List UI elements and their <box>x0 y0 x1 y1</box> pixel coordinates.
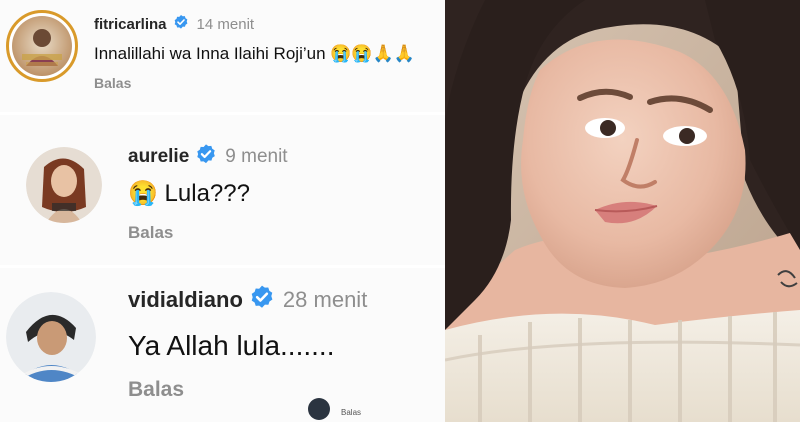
reply-button[interactable]: Balas <box>341 408 361 417</box>
comment-item: vidialdiano 28 menit Ya Allah lula......… <box>0 268 445 422</box>
comment-timestamp: 9 menit <box>225 146 288 167</box>
comment-thread-panel: fitricarlina 14 menit Innalillahi wa Inn… <box>0 0 445 422</box>
comment-item: aurelie 9 menit 😭 Lula??? Balas <box>0 115 445 265</box>
comment-timestamp: 14 menit <box>196 15 255 33</box>
username-link[interactable]: fitricarlina <box>94 16 167 33</box>
comment-text: Ya Allah lula....... <box>128 330 335 361</box>
comment-header: fitricarlina 14 menit <box>94 14 254 34</box>
portrait-photo <box>445 0 800 422</box>
reply-button[interactable]: Balas <box>128 378 184 402</box>
comment-item: fitricarlina 14 menit Innalillahi wa Inn… <box>0 0 445 112</box>
comment-header: aurelie 9 menit <box>128 143 288 171</box>
avatar[interactable] <box>26 147 102 223</box>
comment-header: vidialdiano 28 menit <box>128 284 367 316</box>
avatar[interactable] <box>6 292 96 382</box>
comment-text: Innalillahi wa Inna Ilaihi Roji’un 😭😭🙏🙏 <box>94 44 415 63</box>
comment-text: 😭 Lula??? <box>128 180 250 207</box>
username-link[interactable]: vidialdiano <box>128 287 243 313</box>
screenshot-collage: fitricarlina 14 menit Innalillahi wa Inn… <box>0 0 800 422</box>
reply-button[interactable]: Balas <box>128 223 173 243</box>
portrait-illustration <box>445 0 800 422</box>
username-link[interactable]: aurelie <box>128 146 189 168</box>
comment-timestamp: 28 menit <box>282 287 368 312</box>
verified-badge-icon <box>173 14 189 34</box>
verified-badge-icon <box>249 284 275 316</box>
reply-button[interactable]: Balas <box>94 75 131 91</box>
avatar[interactable] <box>6 10 78 82</box>
avatar[interactable] <box>308 398 330 420</box>
verified-badge-icon <box>195 143 217 171</box>
